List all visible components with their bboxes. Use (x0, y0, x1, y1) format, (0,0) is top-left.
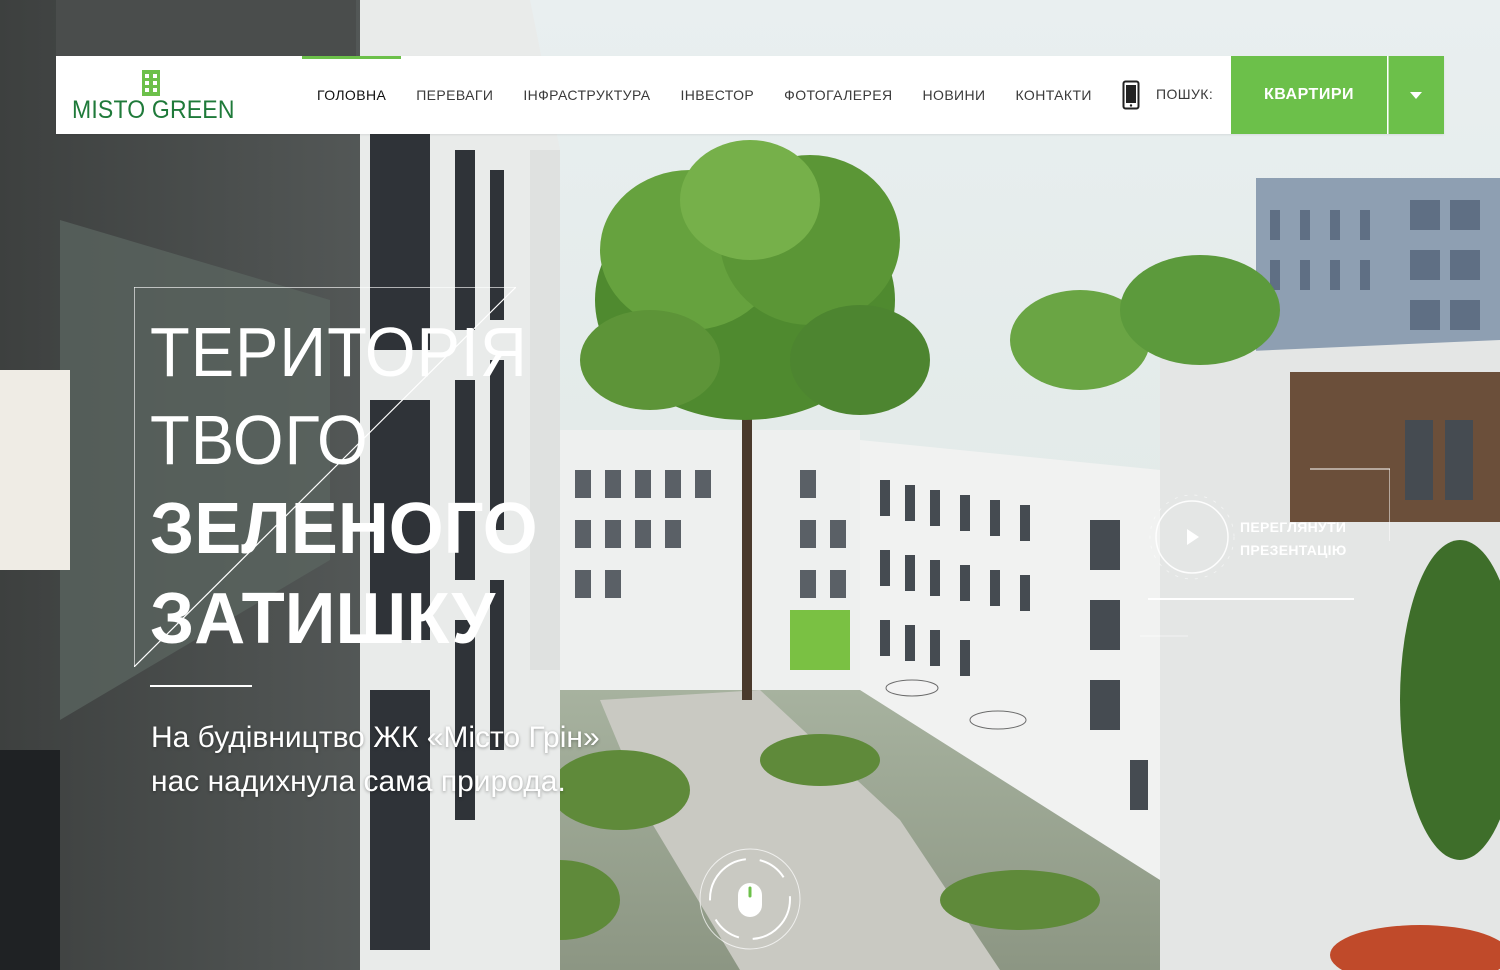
presentation-label: ПЕРЕГЛЯНУТИ ПРЕЗЕНТАЦІЮ (1240, 516, 1347, 562)
building-logo-icon (142, 70, 160, 96)
logo-text: MISTO GREEN (72, 96, 235, 124)
headline-line-1: ТЕРИТОРІЯ (150, 313, 528, 391)
search-button[interactable]: ПОШУК: (1156, 86, 1213, 102)
nav-item-infrastructure[interactable]: ІНФРАСТРУКТУРА (508, 56, 665, 134)
headline-line-2: ТВОГО (150, 401, 369, 479)
nav-item-advantages[interactable]: ПЕРЕВАГИ (401, 56, 508, 134)
site-header: MISTO GREEN ГОЛОВНА ПЕРЕВАГИ ІНФРАСТРУКТ… (56, 56, 1444, 134)
nav-item-contacts[interactable]: КОНТАКТИ (1001, 56, 1107, 134)
play-icon (1187, 529, 1199, 545)
hero-subtitle: На будівництво ЖК «Місто Грін» нас надих… (151, 716, 600, 804)
view-presentation-button[interactable]: ПЕРЕГЛЯНУТИ ПРЕЗЕНТАЦІЮ (1140, 466, 1390, 646)
subtitle-line-2: нас надихнула сама природа. (151, 765, 566, 798)
hero-headline: ТЕРИТОРІЯ ТВОГО ЗЕЛЕНОГО ЗАТИШКУ (150, 308, 556, 664)
nav-item-investor[interactable]: ІНВЕСТОР (665, 56, 769, 134)
nav-item-home[interactable]: ГОЛОВНА (302, 56, 402, 134)
nav-item-gallery[interactable]: ФОТОГАЛЕРЕЯ (769, 56, 907, 134)
phone-icon[interactable] (1122, 80, 1140, 110)
presentation-label-line-2: ПРЕЗЕНТАЦІЮ (1240, 542, 1347, 558)
main-nav: ГОЛОВНА ПЕРЕВАГИ ІНФРАСТРУКТУРА ІНВЕСТОР… (302, 56, 1107, 134)
subtitle-line-1: На будівництво ЖК «Місто Грін» (151, 721, 600, 754)
apartments-dropdown-toggle[interactable] (1388, 56, 1444, 134)
mouse-scroll-icon[interactable] (697, 846, 803, 952)
headline-line-3: ЗЕЛЕНОГО (150, 489, 538, 569)
headline-line-4: ЗАТИШКУ (150, 579, 496, 659)
headline-divider (150, 685, 252, 687)
logo[interactable]: MISTO GREEN (56, 56, 302, 134)
apartments-button[interactable]: КВАРТИРИ (1231, 56, 1387, 134)
nav-item-news[interactable]: НОВИНИ (908, 56, 1001, 134)
chevron-down-icon (1410, 91, 1422, 99)
presentation-label-line-1: ПЕРЕГЛЯНУТИ (1240, 519, 1347, 535)
